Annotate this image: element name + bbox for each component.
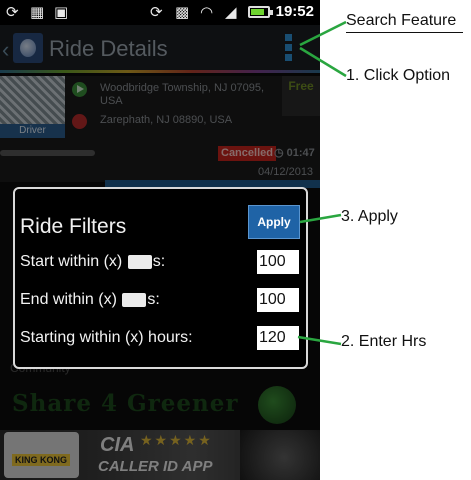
signal-hatch-icon: ▩ (175, 3, 190, 21)
redaction-mark (127, 254, 152, 269)
image-icon: ▣ (54, 3, 69, 21)
start-within-input[interactable] (257, 250, 299, 274)
sync-icon: ⟳ (150, 3, 163, 21)
end-within-label-suffix: s: (147, 291, 160, 308)
annotation-search-feature-text: Search Feature (346, 12, 457, 29)
end-within-input[interactable] (257, 288, 299, 312)
start-within-label: Start within (x) s: (20, 250, 165, 274)
annotation-enter-hrs: 2. Enter Hrs (341, 333, 427, 350)
annotation-underline (346, 32, 463, 33)
phone-screen: ⟳ ▦ ▣ ⟳ ▩ ◠ ◢ 19:52 ‹ Ride Details Drive… (0, 0, 320, 480)
battery-charging-icon (248, 6, 273, 18)
apply-button[interactable]: Apply (248, 205, 300, 239)
annotation-search-feature: Search Feature (346, 12, 463, 33)
wifi-icon: ◠ (200, 3, 214, 21)
end-within-label-text: End within (x) (20, 291, 122, 308)
hours-within-label: Starting within (x) hours: (20, 326, 193, 350)
end-within-label: End within (x) s: (20, 288, 160, 312)
hours-within-input[interactable] (257, 326, 299, 350)
annotation-apply: 3. Apply (341, 208, 398, 225)
cell-signal-icon: ◢ (225, 3, 237, 21)
hours-within-label-text: Starting within (x) hours: (20, 329, 193, 346)
status-time: 19:52 (275, 3, 314, 20)
sync-icon: ⟳ (6, 3, 19, 21)
redaction-mark (122, 292, 147, 307)
status-bar: ⟳ ▦ ▣ ⟳ ▩ ◠ ◢ 19:52 (0, 0, 320, 25)
start-within-label-text: Start within (x) (20, 253, 127, 270)
start-within-label-suffix: s: (152, 253, 166, 270)
dialog-title: Ride Filters (20, 215, 127, 238)
ride-filters-dialog: Ride Filters Apply Start within (x) s: E… (13, 187, 308, 369)
keyboard-icon: ▦ (30, 3, 45, 21)
annotation-click-option: 1. Click Option (346, 67, 451, 84)
